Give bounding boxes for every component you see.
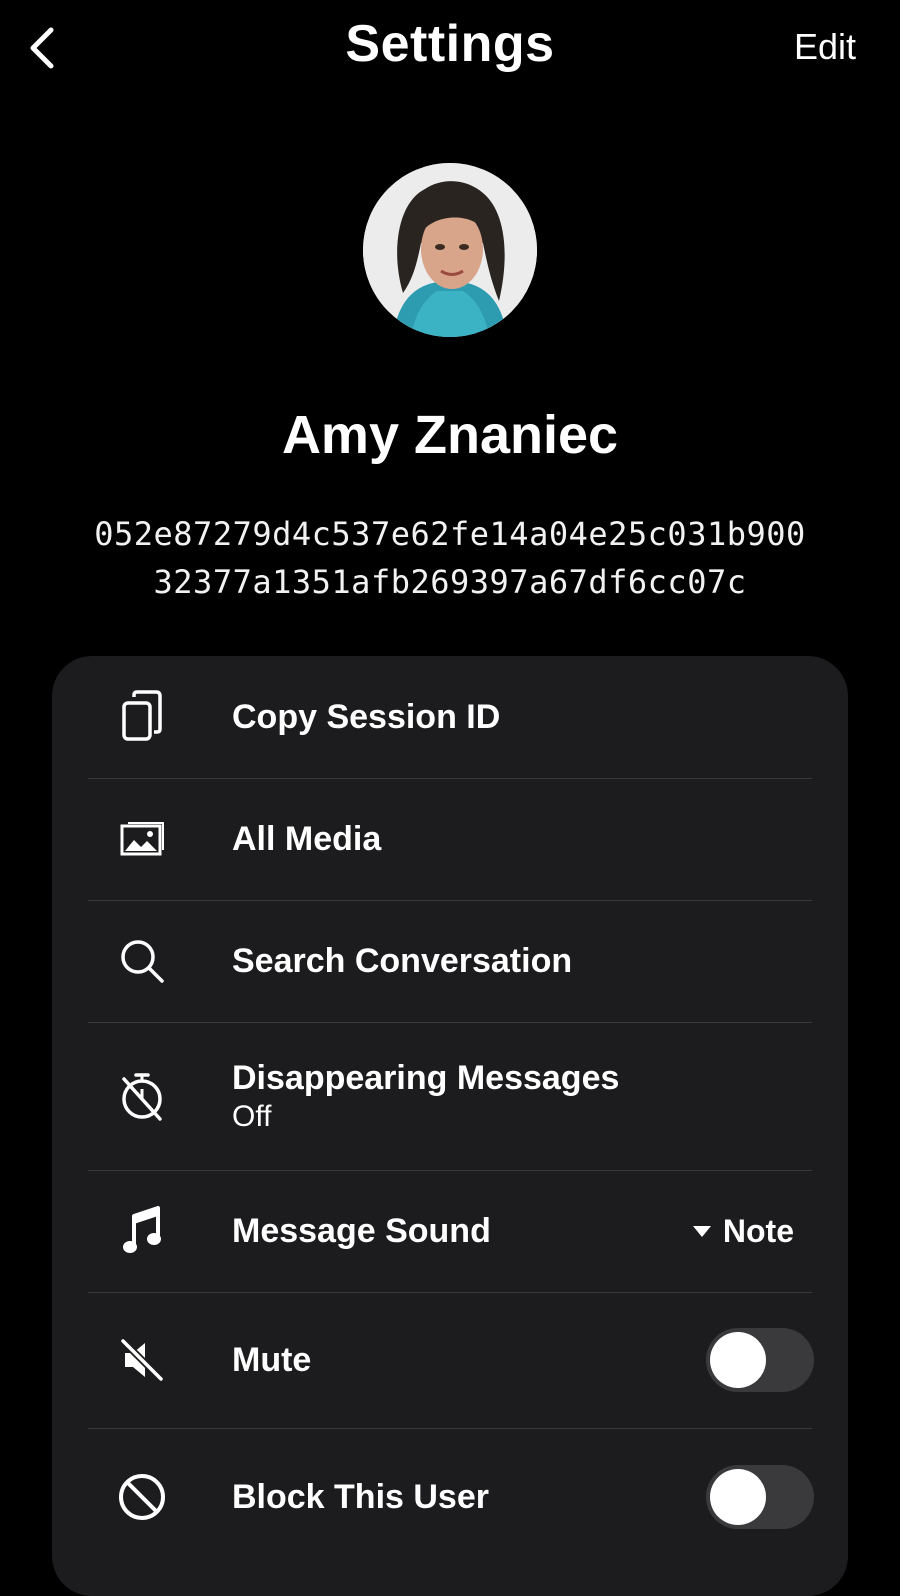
contact-name: Amy Znaniec — [281, 405, 619, 465]
block-user-label: Block This User — [232, 1477, 489, 1516]
header: Settings Edit — [0, 0, 900, 100]
speaker-muted-icon — [114, 1332, 170, 1388]
message-sound-label: Message Sound — [232, 1211, 491, 1250]
search-icon — [114, 933, 170, 989]
timer-off-icon — [114, 1068, 170, 1124]
block-user-toggle[interactable] — [706, 1465, 814, 1529]
message-sound-dropdown[interactable]: Note — [692, 1212, 794, 1250]
mute-toggle[interactable] — [706, 1328, 814, 1392]
block-user-row[interactable]: Block This User — [52, 1428, 848, 1566]
search-conversation-label: Search Conversation — [232, 941, 573, 980]
toggle-knob — [710, 1332, 766, 1388]
disappearing-messages-title: Disappearing Messages — [232, 1058, 620, 1097]
image-icon — [114, 811, 170, 867]
session-id-line-2: 32377a1351afb269397a67df6cc07c — [153, 563, 747, 601]
caret-down-icon — [692, 1225, 711, 1237]
copy-session-id-row[interactable]: Copy Session ID — [52, 656, 848, 778]
settings-card: Copy Session ID All Media Search Convers… — [52, 656, 848, 1596]
mute-row[interactable]: Mute — [52, 1292, 848, 1428]
disappearing-messages-row[interactable]: Disappearing Messages Off — [52, 1022, 848, 1170]
block-icon — [114, 1469, 170, 1525]
session-id: 052e87279d4c537e62fe14a04e25c031b900 323… — [0, 510, 900, 606]
avatar[interactable] — [363, 163, 537, 337]
all-media-row[interactable]: All Media — [52, 778, 848, 900]
all-media-label: All Media — [232, 819, 382, 858]
search-conversation-row[interactable]: Search Conversation — [52, 900, 848, 1022]
message-sound-value: Note — [722, 1212, 794, 1249]
message-sound-row[interactable]: Message Sound Note — [52, 1170, 848, 1292]
page-title: Settings — [345, 15, 555, 73]
disappearing-messages-label: Disappearing Messages Off — [232, 1059, 619, 1134]
toggle-knob — [710, 1469, 766, 1525]
music-note-icon — [114, 1203, 170, 1259]
edit-button[interactable]: Edit — [794, 26, 856, 68]
copy-session-id-label: Copy Session ID — [232, 697, 501, 736]
disappearing-messages-value: Off — [232, 1099, 272, 1133]
mute-label: Mute — [232, 1340, 312, 1379]
copy-icon — [114, 689, 170, 745]
session-id-line-1: 052e87279d4c537e62fe14a04e25c031b900 — [94, 515, 806, 553]
